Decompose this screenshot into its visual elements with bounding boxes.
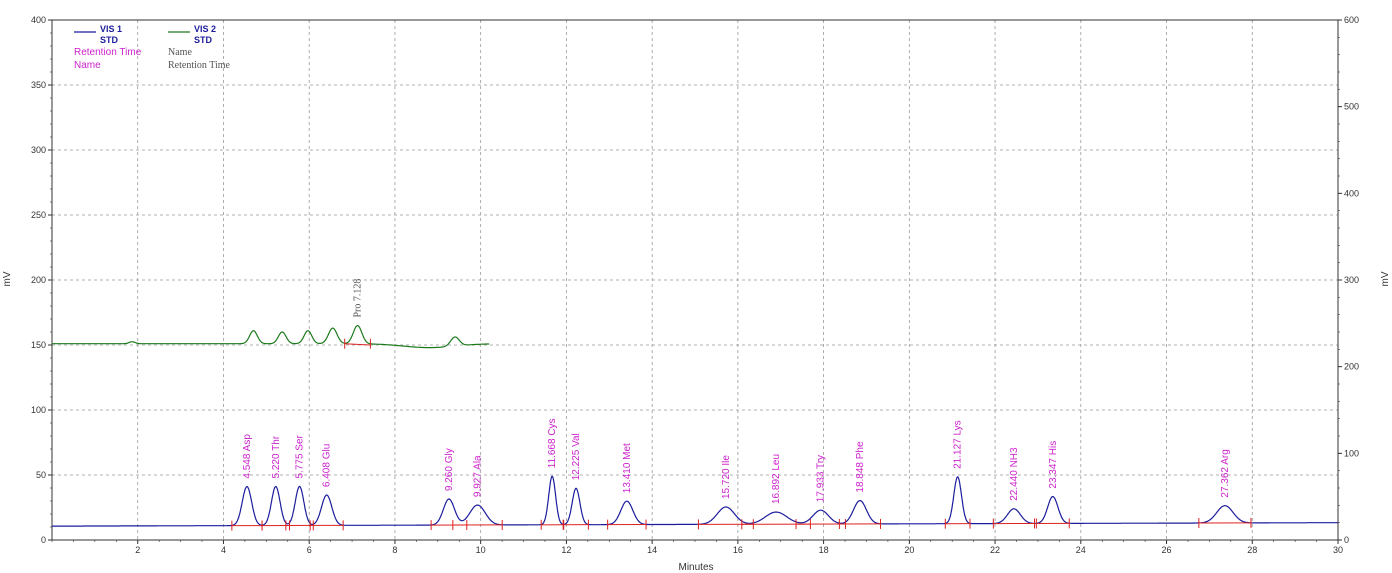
y-axis-title-right: mV [1380, 271, 1391, 286]
x-tick-label: 6 [307, 545, 312, 555]
x-tick-label: 10 [476, 545, 486, 555]
x-axis-title: Minutes [678, 562, 713, 573]
y-tick-label: 200 [31, 275, 46, 285]
x-tick-label: 22 [990, 545, 1000, 555]
x-tick-label: 16 [733, 545, 743, 555]
peak-label-vis1: 18.848 Phe [855, 441, 866, 493]
peak-label-vis1: 5.220 Thr [271, 435, 282, 478]
y-tick-label: 50 [36, 470, 46, 480]
x-tick-label: 4 [221, 545, 226, 555]
peak-label-vis1: 16.892 Leu [771, 454, 782, 504]
x-tick-label: 12 [561, 545, 571, 555]
y-tick-label: 150 [31, 340, 46, 350]
trace-vis1 [52, 475, 1338, 527]
y-axis-title-left: mV [2, 271, 13, 286]
y2-tick-label: 500 [1344, 102, 1359, 112]
y2-tick-label: 100 [1344, 448, 1359, 458]
x-tick-label: 30 [1333, 545, 1343, 555]
peak-label-vis1: 22.440 NH3 [1009, 447, 1020, 501]
peak-labels: 4.548 Asp 5.220 Thr 5.775 Ser 6.408 Glu 9.26… [242, 279, 1231, 504]
y-tick-label: 300 [31, 145, 46, 155]
x-tick-label: 24 [1076, 545, 1086, 555]
legend: VIS 1STDVIS 2STDRetention Time NameName Re… [74, 24, 231, 71]
peak-label-vis1: 4.548 Asp [242, 434, 253, 479]
x-tick-label: 18 [819, 545, 829, 555]
x-tick-label: 14 [647, 545, 657, 555]
peak-label-vis1: 11.668 Cys [547, 418, 558, 468]
y2-tick-label: 600 [1344, 15, 1359, 25]
trace-vis2 [52, 325, 490, 349]
x-tick-label: 2 [135, 545, 140, 555]
chromatogram-chart: 2 4 6 8 10 12 14 16 18 20 22 24 26 28 3005010015020025… [2, 15, 1391, 573]
y-tick-label: 0 [41, 535, 46, 545]
traces [52, 325, 1338, 531]
peak-label-vis1: 9.927 Ala [473, 455, 484, 497]
peak-label-vis1: 23.347 His [1048, 441, 1059, 489]
y-tick-label: 250 [31, 210, 46, 220]
y-tick-label: 400 [31, 15, 46, 25]
y-tick-label: 100 [31, 405, 46, 415]
peak-label-vis1: 27.362 Arg [1220, 449, 1231, 497]
legend-series-sub: STD [100, 35, 119, 45]
legend-field: Name [74, 60, 101, 71]
x-tick-label: 20 [904, 545, 914, 555]
peak-label-vis1: 13.410 Met [622, 443, 633, 493]
y2-tick-label: 300 [1344, 275, 1359, 285]
peak-label-vis2: Pro 7.128 [353, 279, 364, 318]
legend-field: Retention Time [168, 60, 231, 71]
legend-series-name: VIS 1 [100, 24, 122, 34]
y2-tick-label: 0 [1344, 535, 1349, 545]
x-tick-label: 8 [392, 545, 397, 555]
legend-field: Retention Time [74, 47, 142, 58]
peak-label-vis1: 15.720 Ile [721, 455, 732, 499]
peak-label-vis1: 9.260 Gly [444, 448, 455, 491]
y-tick-label: 350 [31, 80, 46, 90]
peak-label-vis1: 12.225 Val [571, 433, 582, 480]
peak-label-vis1: 21.127 Lys [953, 420, 964, 469]
x-tick-label: 26 [1162, 545, 1172, 555]
y2-tick-label: 400 [1344, 188, 1359, 198]
legend-field: Name [168, 47, 192, 58]
y2-tick-label: 200 [1344, 362, 1359, 372]
peak-label-vis1: 6.408 Glu [322, 444, 333, 487]
x-tick-label: 28 [1247, 545, 1257, 555]
axes: 2 4 6 8 10 12 14 16 18 20 22 24 26 28 3005010015020025… [31, 15, 1359, 555]
legend-series-sub: STD [194, 35, 213, 45]
peak-label-vis1: 17.933 Try [816, 455, 827, 502]
peak-label-vis1: 5.775 Ser [295, 434, 306, 478]
legend-series-name: VIS 2 [194, 24, 216, 34]
